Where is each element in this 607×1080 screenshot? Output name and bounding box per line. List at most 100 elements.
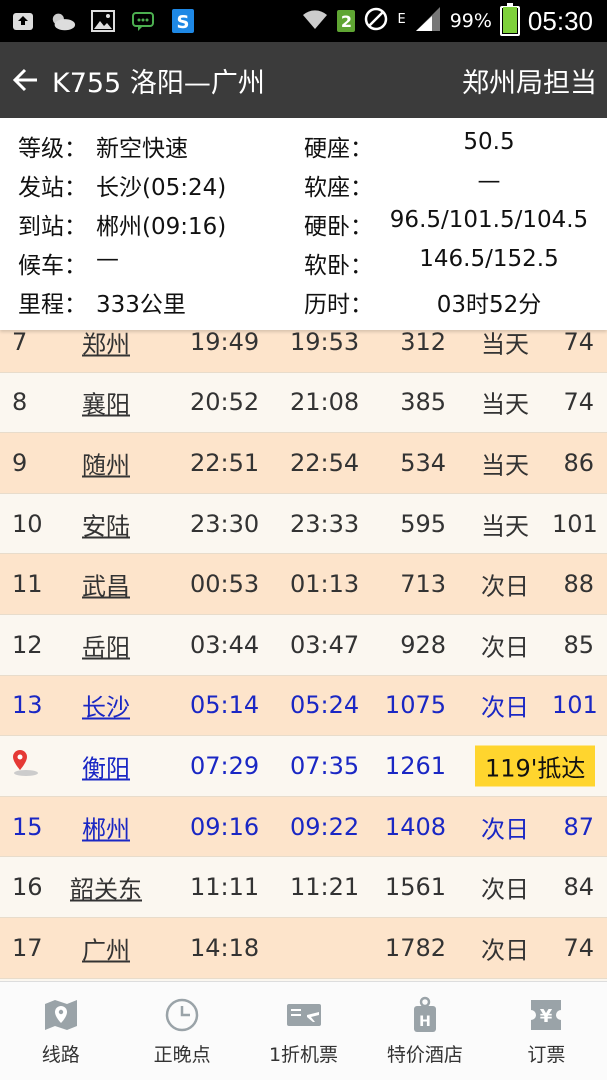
nav-label: 订票	[527, 1043, 566, 1066]
clock-icon	[162, 996, 202, 1034]
distance: 928	[400, 630, 446, 659]
day-label: 当天	[481, 390, 529, 419]
table-row[interactable]: 11 武昌 00:53 01:13 713 次日 88	[0, 554, 607, 615]
price-value: 146.5/152.5	[419, 246, 559, 272]
nav-label: 线路	[41, 1043, 80, 1066]
table-row[interactable]: 10 安陆 23:30 23:33 595 当天 101	[0, 493, 607, 555]
speed: 85	[563, 630, 594, 659]
day-label: 次日	[481, 875, 529, 904]
day-label: 次日	[481, 572, 529, 601]
departure-time: 03:47	[290, 630, 360, 659]
table-row[interactable]: 12 岳阳 03:44 03:47 928 次日 85	[0, 614, 607, 676]
price-value: 50.5	[463, 129, 515, 155]
info-key: 里程：	[18, 292, 87, 318]
nav-label: 正晚点	[153, 1043, 211, 1066]
distance: 1782	[384, 933, 446, 962]
svg-text:H: H	[419, 1014, 431, 1030]
arrow-left-icon	[13, 68, 37, 92]
stop-number: 15	[12, 812, 43, 841]
info-row: 等级： 新空快速 硬座： 50.5	[0, 129, 607, 168]
status-bar: S 2 E 99% 05:30	[0, 0, 607, 42]
departure-time: 19:53	[290, 327, 360, 356]
flight-ticket-icon	[284, 996, 324, 1034]
stop-number: 10	[12, 509, 43, 538]
speed: 88	[563, 570, 594, 599]
distance: 312	[400, 327, 446, 356]
distance: 713	[400, 570, 446, 599]
stop-list: 7 郑州 19:49 19:53 312 当天 74 8 襄阳 20:52 21…	[0, 312, 607, 979]
station-link[interactable]: 随州	[82, 445, 130, 480]
departure-time: 07:35	[290, 751, 360, 780]
info-key: 候车：	[18, 253, 87, 279]
station-link[interactable]: 襄阳	[82, 385, 130, 420]
station-link[interactable]: 韶关东	[70, 870, 142, 905]
map-icon	[41, 996, 81, 1034]
table-row[interactable]: 17 广州 14:18 1782 次日 74	[0, 917, 607, 979]
station-link[interactable]: 岳阳	[82, 627, 130, 662]
chat-icon	[130, 9, 156, 33]
stop-number: 17	[12, 933, 43, 962]
table-row[interactable]: 8 襄阳 20:52 21:08 385 当天 74	[0, 372, 607, 434]
speed: 101	[552, 691, 598, 720]
wifi-icon	[301, 7, 329, 36]
upload-tray-icon	[10, 9, 36, 33]
station-link[interactable]: 武昌	[82, 567, 130, 602]
nav-booking[interactable]: ¥ 订票	[486, 982, 607, 1080]
stop-number: 11	[12, 570, 43, 599]
departure-time: 21:08	[290, 388, 360, 417]
speed: 87	[563, 812, 594, 841]
distance: 595	[400, 509, 446, 538]
signal-icon	[414, 6, 442, 37]
station-link[interactable]: 广州	[82, 930, 130, 965]
nav-label: 1折机票	[268, 1043, 339, 1066]
station-link[interactable]: 安陆	[82, 506, 130, 541]
info-row: 发站： 长沙(05:24) 软座： —	[0, 168, 607, 207]
departure-time: 23:33	[290, 509, 360, 538]
departure-time: 22:54	[290, 448, 360, 477]
arrival-time: 11:11	[190, 873, 260, 902]
svg-text:S: S	[177, 12, 190, 33]
arrival-time: 19:49	[190, 327, 260, 356]
arrival-time: 14:18	[190, 933, 260, 962]
price-value: 03时52分	[436, 292, 542, 318]
nav-route[interactable]: 线路	[0, 982, 121, 1080]
info-key: 到站：	[18, 214, 87, 240]
price-value: —	[477, 168, 501, 194]
distance: 385	[400, 388, 446, 417]
arrival-time: 23:30	[190, 509, 260, 538]
back-button[interactable]	[0, 42, 52, 118]
sim-badge: 2	[337, 10, 356, 32]
table-row[interactable]: 15 郴州 09:16 09:22 1408 次日 87	[0, 796, 607, 858]
arrival-time: 09:16	[190, 812, 260, 841]
nav-punctuality[interactable]: 正晚点	[121, 982, 242, 1080]
stop-number: 9	[12, 448, 28, 477]
table-row-current[interactable]: 衡阳 07:29 07:35 1261 119'抵达	[0, 736, 607, 797]
info-row: 里程： 333公里 历时： 03时52分	[0, 285, 607, 324]
network-type-label: E	[397, 11, 406, 27]
speed: 86	[563, 448, 594, 477]
nav-hotel[interactable]: H 特价酒店	[364, 982, 485, 1080]
location-pin-icon	[10, 748, 40, 784]
stop-number: 16	[12, 873, 43, 902]
info-value: 新空快速	[96, 136, 188, 162]
table-row[interactable]: 9 随州 22:51 22:54 534 当天 86	[0, 433, 607, 494]
station-link[interactable]: 长沙	[82, 688, 130, 723]
table-row[interactable]: 13 长沙 05:14 05:24 1075 次日 101	[0, 675, 607, 737]
day-label: 次日	[481, 936, 529, 965]
speed: 101	[552, 509, 598, 538]
nav-label: 特价酒店	[386, 1043, 463, 1066]
table-row[interactable]: 16 韶关东 11:11 11:21 1561 次日 84	[0, 857, 607, 918]
nav-flight[interactable]: 1折机票	[243, 982, 364, 1080]
day-label: 次日	[481, 633, 529, 662]
info-value: 郴州(09:16)	[96, 214, 227, 240]
speed: 74	[563, 933, 594, 962]
station-link[interactable]: 郴州	[82, 809, 130, 844]
departure-time: 01:13	[290, 570, 360, 599]
info-row: 到站： 郴州(09:16) 硬卧： 96.5/101.5/104.5	[0, 207, 607, 246]
info-value: —	[96, 246, 119, 272]
hotel-icon: H	[405, 996, 445, 1034]
station-link[interactable]: 衡阳	[82, 748, 130, 783]
arrival-time: 20:52	[190, 388, 260, 417]
day-label: 当天	[481, 512, 529, 541]
price-key: 软座：	[304, 175, 373, 201]
